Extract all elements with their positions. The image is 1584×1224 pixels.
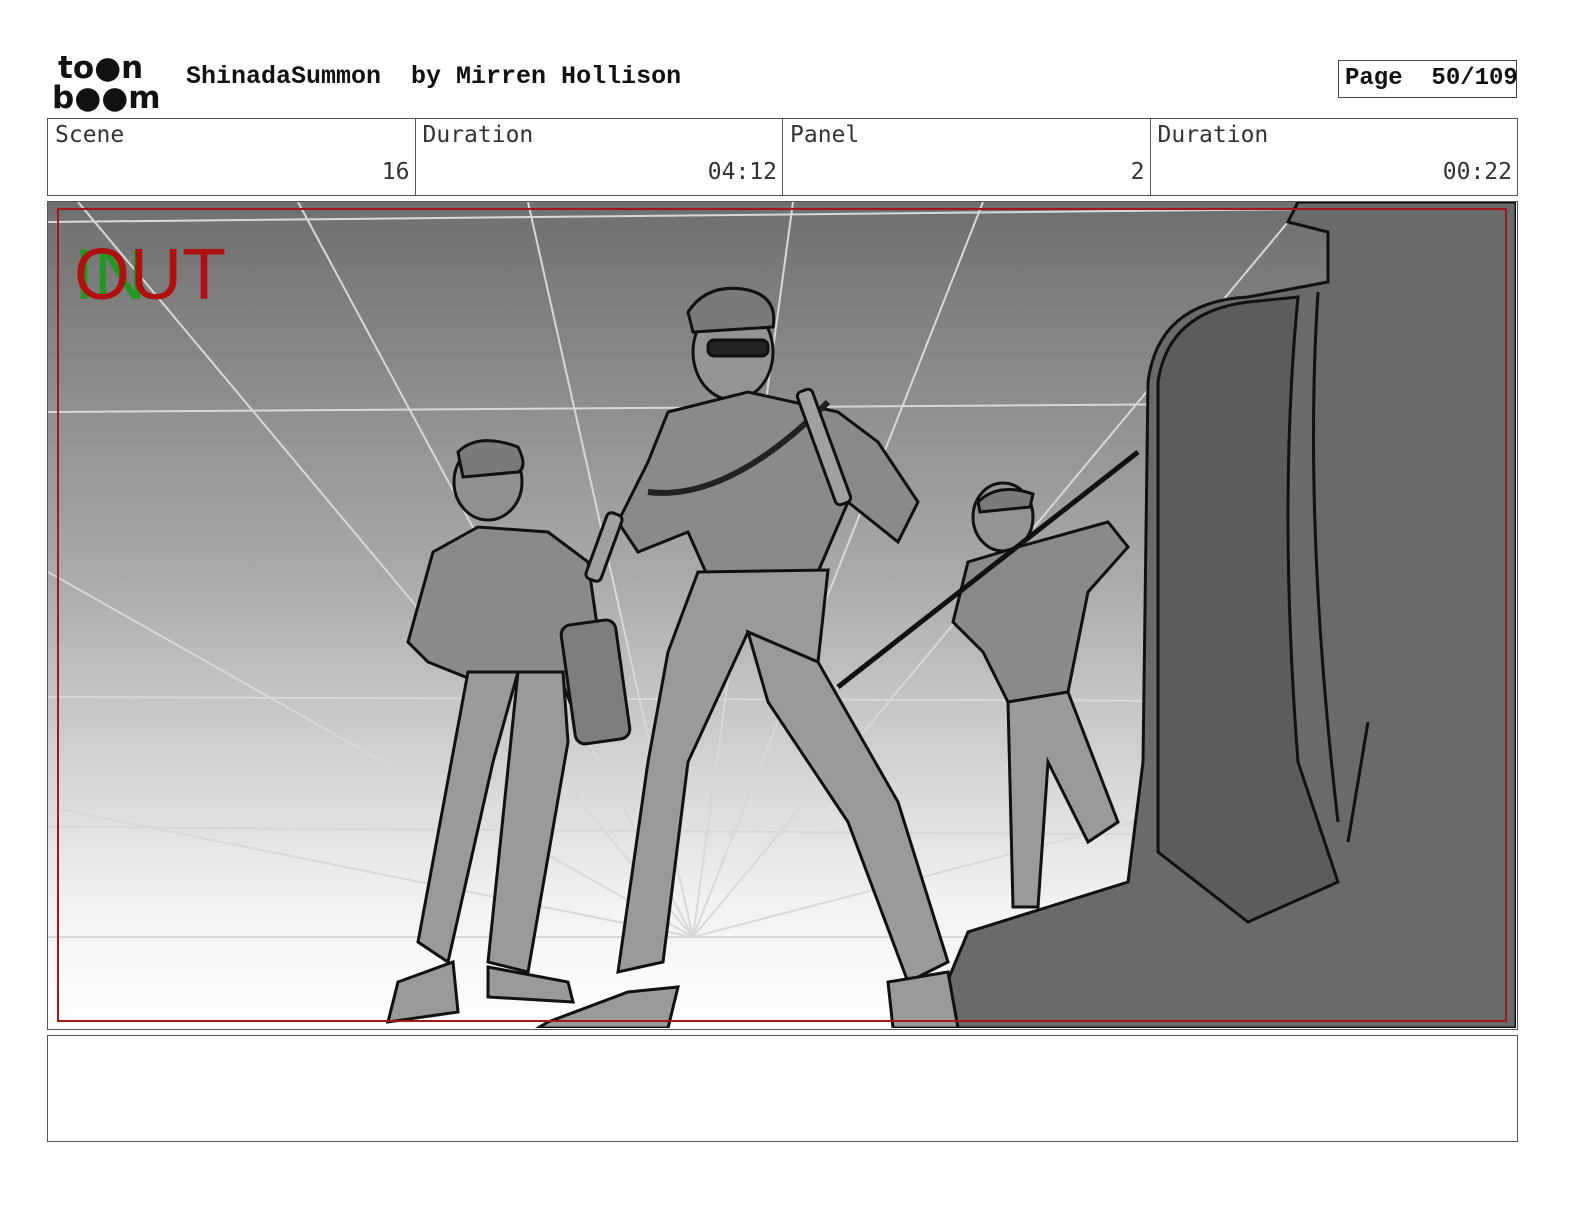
page-indicator: Page 50/109 bbox=[1338, 60, 1518, 98]
scene-duration-cell: Duration 04:12 bbox=[416, 119, 783, 195]
storyboard-panel: IN OUT bbox=[47, 201, 1518, 1030]
panel-value: 2 bbox=[1130, 159, 1145, 185]
panel-duration-cell: Duration 00:22 bbox=[1151, 119, 1518, 195]
out-marker: OUT bbox=[74, 235, 226, 315]
logo-text-bottom: b●●m bbox=[52, 80, 161, 112]
panel-artwork: IN OUT bbox=[48, 202, 1516, 1028]
panel-duration-label: Duration bbox=[1157, 122, 1269, 148]
scene-value: 16 bbox=[381, 159, 410, 185]
scene-duration-value: 04:12 bbox=[707, 159, 777, 185]
panel-duration-value: 00:22 bbox=[1442, 159, 1512, 185]
panel-notes-box bbox=[47, 1035, 1518, 1142]
panel-label: Panel bbox=[790, 122, 860, 148]
panel-cell: Panel 2 bbox=[783, 119, 1151, 195]
scene-duration-label: Duration bbox=[422, 122, 534, 148]
scene-label: Scene bbox=[55, 122, 125, 148]
document-title: ShinadaSummon by Mirren Hollison bbox=[186, 62, 682, 91]
toonboom-logo: to●n b●●m bbox=[52, 50, 161, 112]
scene-cell: Scene 16 bbox=[48, 119, 416, 195]
scene-info-row: Scene 16 Duration 04:12 Panel 2 Duration… bbox=[47, 118, 1518, 196]
